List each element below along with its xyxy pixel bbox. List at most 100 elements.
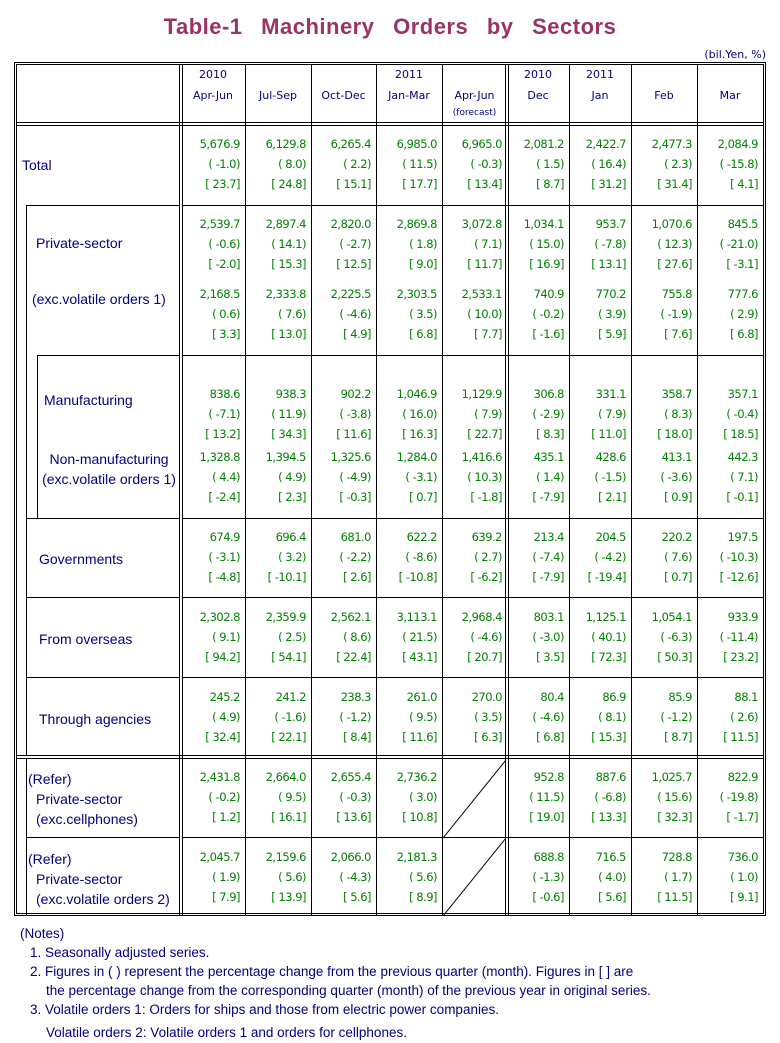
- cell-value: 6,965.0: [461, 137, 503, 151]
- data-cell: 245.2 ( 4.9) [ 32.4]: [181, 687, 240, 747]
- cell-change-prev: ( -2.2): [339, 550, 371, 564]
- cell-change-prev: ( 12.3): [657, 237, 692, 251]
- cell-change-yoy: [ -2.0]: [208, 257, 240, 271]
- cell-value: 952.8: [533, 770, 565, 784]
- column-period: Apr-Jun: [192, 89, 234, 102]
- data-cell: 2,897.4 ( 14.1) [ 15.3]: [245, 214, 307, 274]
- cell-change-yoy: [ 43.1]: [402, 650, 437, 664]
- data-cell: 85.9 ( -1.2) [ 8.7]: [631, 687, 692, 747]
- column-year: 2010: [199, 68, 227, 81]
- cell-value: 2,664.0: [265, 770, 307, 784]
- cell-value: 331.1: [595, 387, 627, 401]
- cell-value: 2,333.8: [265, 287, 307, 301]
- cell-value: 777.6: [727, 287, 759, 301]
- data-cell: 803.1 ( -3.0) [ 3.5]: [507, 607, 564, 667]
- cell-change-prev: ( 11.5): [402, 157, 437, 171]
- cell-change-yoy: [ 54.1]: [271, 650, 306, 664]
- data-cell: 838.6 ( -7.1) [ 13.2]: [181, 384, 240, 444]
- data-cell: 952.8 ( 11.5) [ 19.0]: [507, 767, 564, 827]
- cell-change-yoy: [ 0.7]: [664, 570, 692, 584]
- row-line: [26, 837, 180, 838]
- cell-value: 413.1: [661, 450, 693, 464]
- column-year: [697, 64, 763, 85]
- cell-value: 803.1: [533, 610, 565, 624]
- column-header: Mar: [697, 64, 763, 122]
- cell-change-prev: ( 3.5): [409, 307, 437, 321]
- cell-change-yoy: [ -1.6]: [532, 327, 564, 341]
- column-period: Oct-Dec: [321, 89, 366, 102]
- cell-change-yoy: [ 11.5]: [657, 890, 692, 904]
- row-label-line: (exc.cellphones): [36, 811, 138, 827]
- data-cell: 2,968.4 ( -4.6) [ 20.7]: [442, 607, 503, 667]
- data-cell: 1,394.5 ( 4.9) [ 2.3]: [245, 447, 307, 507]
- cell-change-prev: ( 4.9): [212, 710, 240, 724]
- row-label-refer-volatile-2: (Refer) Private-sector (exc.volatile order…: [28, 849, 170, 909]
- row-label-line: Non-manufacturing: [49, 451, 169, 467]
- cell-change-prev: ( -4.9): [339, 470, 371, 484]
- data-cell: 2,081.2 ( 1.5) [ 8.7]: [507, 134, 565, 194]
- cell-change-yoy: [ 13.0]: [271, 327, 306, 341]
- cell-change-yoy: [ 11.7]: [467, 257, 502, 271]
- cell-change-prev: ( 1.8): [409, 237, 437, 251]
- cell-value: 2,820.0: [330, 217, 372, 231]
- cell-change-yoy: [ 94.2]: [205, 650, 240, 664]
- column-year: [631, 64, 697, 85]
- cell-change-yoy: [ 9.0]: [409, 257, 437, 271]
- cell-value: 6,129.8: [265, 137, 307, 151]
- cell-change-prev: ( 1.5): [536, 157, 564, 171]
- data-cell: 428.6 ( -1.5) [ 2.1]: [569, 447, 626, 507]
- column-period: Apr-Jun: [454, 89, 495, 102]
- data-cell: 358.7 ( 8.3) [ 18.0]: [631, 384, 692, 444]
- data-cell: 755.8 ( -1.9) [ 7.6]: [631, 284, 692, 344]
- cell-change-yoy: [ 27.6]: [657, 257, 692, 271]
- unit-label: (bil.Yen, %): [704, 48, 766, 61]
- column-period: Dec: [527, 89, 549, 102]
- cell-value: 245.2: [209, 690, 241, 704]
- cell-change-yoy: [ 16.9]: [529, 257, 564, 271]
- cell-value: 674.9: [209, 530, 241, 544]
- cell-value: 2,302.8: [199, 610, 241, 624]
- cell-change-yoy: [ 17.7]: [402, 177, 437, 191]
- note-2: 2. Figures in ( ) represent the percenta…: [30, 964, 634, 979]
- data-cell: 728.8 ( 1.7) [ 11.5]: [631, 847, 692, 907]
- cell-change-yoy: [ 18.5]: [723, 427, 758, 441]
- cell-value: 2,084.9: [717, 137, 759, 151]
- cell-change-prev: ( 15.0): [529, 237, 564, 251]
- cell-value: 740.9: [533, 287, 565, 301]
- cell-change-prev: ( 1.0): [730, 870, 758, 884]
- column-year: 2011: [586, 68, 614, 81]
- cell-value: 2,359.9: [265, 610, 307, 624]
- cell-change-yoy: [ 13.2]: [205, 427, 240, 441]
- row-line: [182, 677, 763, 678]
- cell-change-prev: ( 2.7): [474, 550, 502, 564]
- cell-change-prev: ( 21.5): [402, 630, 437, 644]
- data-cell: 238.3 ( -1.2) [ 8.4]: [311, 687, 371, 747]
- data-cell: 213.4 ( -7.4) [ -7.9]: [507, 527, 564, 587]
- cell-change-prev: ( -1.2): [339, 710, 371, 724]
- data-cell: 2,303.5 ( 3.5) [ 6.8]: [376, 284, 438, 344]
- cell-change-prev: ( 2.6): [730, 710, 758, 724]
- cell-change-prev: ( -4.3): [339, 870, 371, 884]
- cell-value: 953.7: [595, 217, 627, 231]
- cell-change-yoy: [ 22.4]: [336, 650, 371, 664]
- cell-change-prev: ( 9.1): [212, 630, 240, 644]
- cell-change-prev: ( 5.6): [278, 870, 306, 884]
- cell-value: 435.1: [533, 450, 565, 464]
- data-cell: 681.0 ( -2.2) [ 2.6]: [311, 527, 371, 587]
- data-cell: 2,562.1 ( 8.6) [ 22.4]: [311, 607, 372, 667]
- cell-value: 2,181.3: [396, 850, 438, 864]
- row-line: [26, 518, 180, 519]
- cell-change-prev: ( -1.5): [594, 470, 626, 484]
- cell-change-yoy: [ 2.3]: [278, 490, 306, 504]
- cell-value: 428.6: [595, 450, 627, 464]
- cell-change-prev: ( -1.2): [660, 710, 692, 724]
- cell-change-prev: ( -1.9): [660, 307, 692, 321]
- cell-change-yoy: [ 24.8]: [271, 177, 306, 191]
- cell-change-yoy: [ 12.5]: [336, 257, 371, 271]
- data-cell: 197.5 ( -10.3) [ -12.6]: [697, 527, 759, 587]
- cell-change-yoy: [ 11.0]: [591, 427, 626, 441]
- cell-change-prev: ( 8.6): [343, 630, 371, 644]
- cell-value: 938.3: [275, 387, 307, 401]
- cell-change-prev: ( 11.9): [271, 407, 306, 421]
- cell-value: 2,477.3: [651, 137, 693, 151]
